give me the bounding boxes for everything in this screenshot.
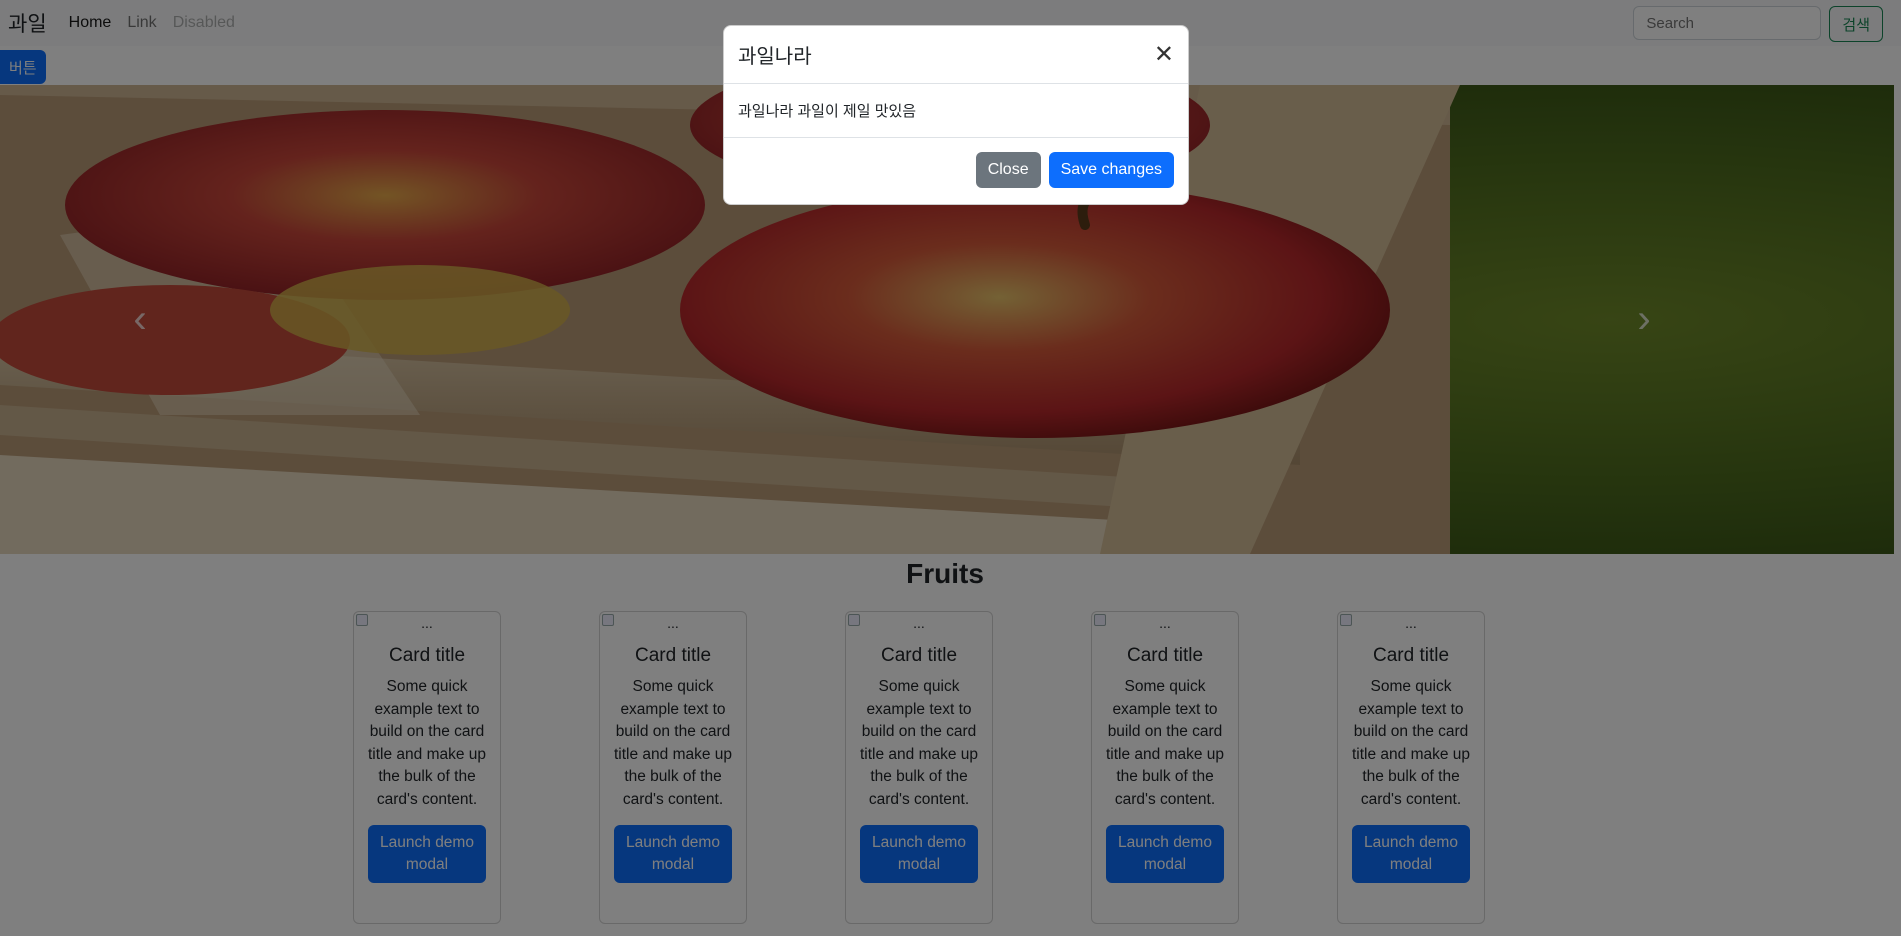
save-changes-button[interactable]: Save changes [1048,152,1174,188]
modal-footer: Close Save changes [724,138,1188,188]
modal-title: 과일나라 [738,46,812,68]
close-button[interactable]: Close [975,152,1041,188]
modal-body: 과일나라 과일이 제일 맛있음 [724,84,1188,138]
close-icon[interactable]: ✕ [1154,42,1174,67]
modal-header: 과일나라 ✕ [724,26,1188,84]
modal-dialog: 과일나라 ✕ 과일나라 과일이 제일 맛있음 Close Save change… [723,25,1189,205]
